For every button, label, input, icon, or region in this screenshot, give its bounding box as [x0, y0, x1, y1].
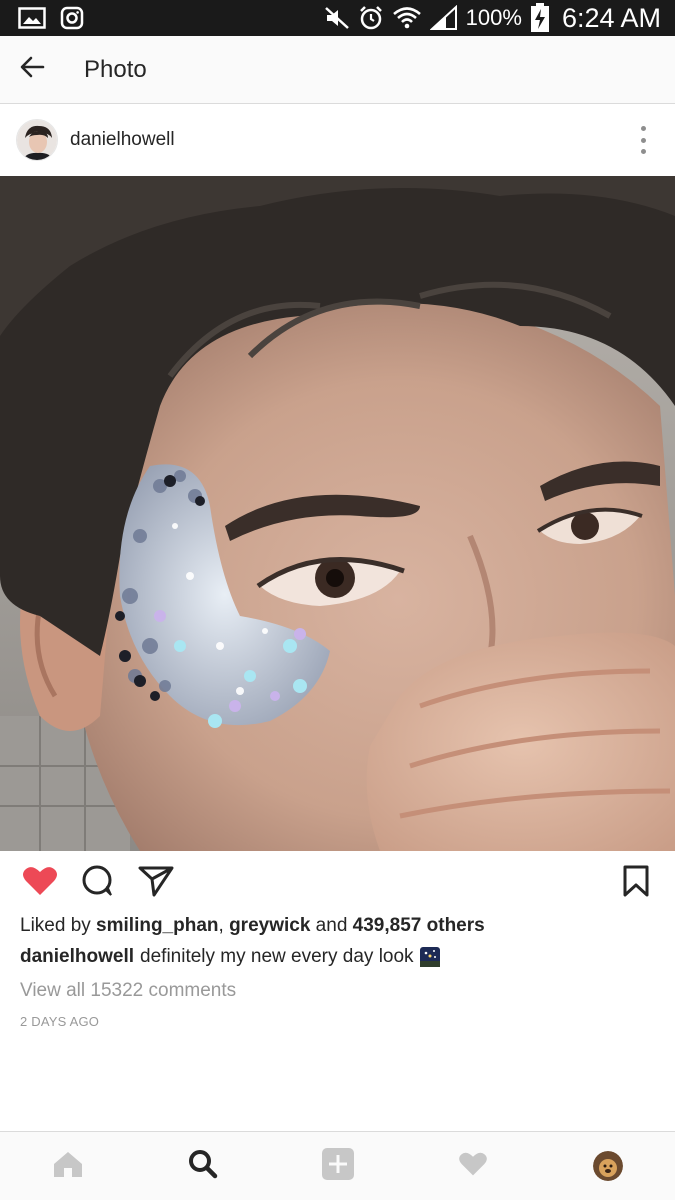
- heart-filled-icon: [22, 865, 58, 902]
- mute-icon: [324, 6, 350, 30]
- clock: 6:24 AM: [561, 2, 661, 33]
- caption-username[interactable]: danielhowell: [20, 946, 134, 968]
- status-right: 100% 6:24 AM: [324, 3, 661, 34]
- signal-icon: [429, 5, 458, 31]
- instagram-icon: [60, 6, 84, 30]
- back-button[interactable]: [0, 36, 64, 104]
- share-button[interactable]: [134, 861, 178, 905]
- page-title: Photo: [84, 55, 147, 83]
- status-left: [18, 6, 84, 30]
- bottom-nav: [0, 1131, 675, 1200]
- likes-count-link[interactable]: 439,857 others: [353, 915, 485, 936]
- wifi-icon: [392, 6, 422, 30]
- profile-avatar: [592, 1151, 623, 1181]
- app-header: Photo: [0, 36, 675, 104]
- view-comments-link[interactable]: View all 15322 comments: [20, 980, 236, 1002]
- post-photo[interactable]: [0, 176, 675, 851]
- nav-activity[interactable]: [433, 1132, 513, 1200]
- post-actions: [0, 851, 675, 915]
- likes-prefix: Liked by: [20, 915, 97, 936]
- share-icon: [138, 865, 174, 902]
- nav-profile[interactable]: [568, 1132, 648, 1200]
- add-post-icon: [321, 1147, 355, 1186]
- likes-sep: ,: [218, 915, 230, 936]
- post-username[interactable]: danielhowell: [70, 129, 175, 151]
- liker-link-2[interactable]: greywick: [229, 915, 310, 936]
- status-bar: 100% 6:24 AM: [0, 0, 675, 36]
- nav-home[interactable]: [28, 1132, 108, 1200]
- comment-icon: [81, 864, 115, 903]
- avatar[interactable]: [16, 119, 58, 161]
- battery-charging-icon: [530, 3, 550, 33]
- post-timestamp: 2 DAYS AGO: [20, 1014, 100, 1029]
- search-icon: [188, 1149, 218, 1184]
- comment-button[interactable]: [76, 861, 120, 905]
- nav-add-post[interactable]: [298, 1132, 378, 1200]
- home-icon: [52, 1150, 84, 1183]
- nav-search[interactable]: [163, 1132, 243, 1200]
- image-icon: [18, 7, 46, 29]
- caption-text: definitely my new every day look: [140, 946, 414, 967]
- bookmark-button[interactable]: [619, 863, 653, 903]
- likes-line: Liked by smiling_phan, greywick and 439,…: [20, 915, 485, 937]
- likes-and: and: [310, 915, 353, 936]
- activity-heart-icon: [458, 1151, 488, 1182]
- post-header: danielhowell: [0, 104, 675, 176]
- liker-link-1[interactable]: smiling_phan: [96, 915, 218, 936]
- battery-percent: 100%: [465, 5, 522, 30]
- caption: danielhowell definitely my new every day…: [20, 946, 440, 968]
- arrow-left-icon: [19, 55, 45, 84]
- night-sky-emoji-icon: [419, 947, 440, 967]
- more-vertical-icon[interactable]: [633, 126, 653, 154]
- alarm-icon: [358, 5, 384, 31]
- like-button[interactable]: [18, 861, 62, 905]
- bookmark-icon: [623, 865, 649, 902]
